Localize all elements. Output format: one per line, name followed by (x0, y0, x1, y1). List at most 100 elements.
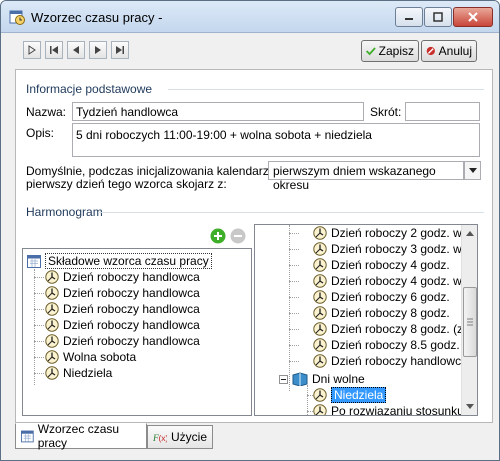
tree-item[interactable]: Dzień roboczy 8 godz. (z pr (313, 321, 477, 337)
clock-icon (313, 258, 327, 272)
add-component-button[interactable] (210, 228, 226, 244)
collapse-icon[interactable] (279, 374, 288, 384)
save-label: Zapisz (378, 44, 414, 58)
last-button[interactable] (111, 41, 129, 59)
tree-connector (34, 341, 44, 342)
tree-item[interactable]: Dzień roboczy handlowca (313, 353, 468, 369)
tree-item-label: Dzień roboczy 3 godz. w tra (331, 242, 478, 256)
tree-connector (289, 361, 299, 362)
main-content: Informacje podstawowe Nazwa: Tydzień han… (15, 69, 493, 423)
default-day-select[interactable]: pierwszym dniem wskazanego okresu (268, 161, 464, 192)
tree-item-label: Wolna sobota (63, 350, 137, 364)
tree-item[interactable]: Dzień roboczy 4 godz. (313, 257, 450, 273)
tree-item[interactable]: Dzień roboczy handlowca (45, 333, 200, 349)
tree-item-label: Dzień roboczy handlowca (63, 318, 200, 332)
clock-icon (45, 350, 59, 364)
clock-icon (313, 306, 327, 320)
pattern-components-tree[interactable]: Składowe wzorca czasu pracy Dzień robocz… (22, 248, 252, 416)
tree-root[interactable]: Składowe wzorca czasu pracy (27, 253, 212, 269)
tree-item[interactable]: Dzień roboczy 4 godz. w tra (313, 273, 477, 289)
tree-item[interactable]: Niedziela (45, 365, 112, 381)
tree-item-label: Dzień roboczy 4 godz. (331, 258, 450, 272)
clock-icon (313, 274, 327, 288)
first-page-button[interactable] (45, 41, 63, 59)
cancel-icon (426, 46, 435, 56)
scrollbar-thumb[interactable] (463, 287, 477, 357)
last-record-icon (116, 46, 124, 54)
tree-item-label: Dzień roboczy handlowca (63, 270, 200, 284)
tree-item[interactable]: Dzień roboczy 8.5 godz. (313, 337, 460, 353)
tab-work-pattern[interactable]: Wzorzec czasu pracy (15, 422, 147, 450)
calendar-icon (21, 430, 34, 443)
vertical-scrollbar[interactable] (461, 225, 477, 415)
tree-group-label: Dni wolne (312, 372, 365, 386)
cancel-button[interactable]: Anuluj (421, 40, 477, 62)
tree-item-label: Dzień roboczy 8.5 godz. (331, 338, 460, 352)
clock-icon (313, 290, 327, 304)
tree-item[interactable]: Dzień roboczy 8 godz. (313, 305, 450, 321)
description-field[interactable]: 5 dni roboczych 11:00-19:00 + wolna sobo… (72, 123, 480, 157)
tree-item[interactable]: Dzień roboczy handlowca (45, 317, 200, 333)
save-button[interactable]: Zapisz (361, 40, 419, 62)
chevron-up-icon (466, 231, 474, 236)
first-button[interactable] (23, 41, 41, 59)
tree-item[interactable]: Dzień roboczy 6 godz. (313, 289, 450, 305)
previous-button[interactable] (67, 41, 85, 59)
tree-item[interactable]: Dzień roboczy handlowca (45, 285, 200, 301)
available-days-tree[interactable]: Dzień roboczy 2 godz. w tra Dzień roboczy… (254, 224, 478, 416)
tree-item-label: Po rozwiązaniu stosunku pr (331, 404, 478, 416)
clock-icon (45, 318, 59, 332)
tree-connector (34, 325, 44, 326)
book-icon (292, 372, 308, 386)
tree-connector (34, 269, 35, 385)
maximize-icon (433, 12, 443, 22)
tree-item-label: Dzień roboczy handlowca (63, 286, 200, 300)
close-button[interactable] (453, 7, 493, 27)
short-label: Skrót: (370, 105, 402, 119)
scroll-up-button[interactable] (462, 225, 477, 242)
clock-icon (45, 286, 59, 300)
tree-item[interactable]: Po rozwiązaniu stosunku pr (313, 403, 478, 416)
tree-connector (34, 373, 44, 374)
tree-item-label: Dzień roboczy handlowca (63, 334, 200, 348)
tab-work-pattern-label: Wzorzec czasu pracy (37, 422, 120, 450)
tree-root-label: Składowe wzorca czasu pracy (45, 253, 212, 269)
minimize-button[interactable] (395, 7, 423, 27)
tree-item-label: Dzień roboczy handlowca (63, 302, 200, 316)
next-button[interactable] (89, 41, 107, 59)
tree-connector (34, 277, 44, 278)
clock-icon (45, 366, 59, 380)
tree-item-selected[interactable]: Niedziela (313, 387, 387, 403)
tree-connector (289, 249, 299, 250)
checkmark-icon (366, 47, 376, 56)
next-record-icon (95, 46, 101, 54)
tree-item[interactable]: Dzień roboczy handlowca (45, 269, 200, 285)
section-divider (98, 212, 484, 213)
tree-item[interactable]: Dzień roboczy 3 godz. w tra (313, 241, 478, 257)
close-icon (468, 12, 478, 22)
tree-connector (34, 309, 44, 310)
calendar-clock-icon (9, 10, 25, 25)
tab-usage[interactable]: F (x) Użycie (147, 425, 213, 449)
tree-item[interactable]: Dzień roboczy handlowca (45, 301, 200, 317)
name-field[interactable]: Tydzień handlowca (72, 102, 364, 121)
minimize-icon (405, 18, 413, 20)
tree-item-label: Dzień roboczy 8 godz. (331, 306, 450, 320)
tree-group-free-days[interactable]: Dni wolne (279, 371, 365, 387)
prev-page-icon (50, 46, 58, 54)
tree-connector (289, 345, 299, 346)
remove-component-button[interactable] (230, 228, 246, 244)
default-day-dropdown-button[interactable] (464, 161, 481, 180)
title-bar[interactable]: Wzorzec czasu pracy - (1, 1, 499, 33)
chevron-down-icon (468, 167, 477, 173)
tree-item-label: Dzień roboczy 2 godz. w tra (331, 226, 478, 240)
scroll-down-button[interactable] (462, 398, 477, 415)
tree-item[interactable]: Dzień roboczy 2 godz. w tra (313, 225, 478, 241)
clock-icon (313, 338, 327, 352)
tree-connector (289, 313, 299, 314)
chevron-down-icon (466, 404, 474, 409)
tree-item[interactable]: Wolna sobota (45, 349, 136, 365)
short-field[interactable] (405, 102, 480, 121)
tree-item-label: Niedziela (63, 366, 113, 380)
maximize-button[interactable] (424, 7, 452, 27)
